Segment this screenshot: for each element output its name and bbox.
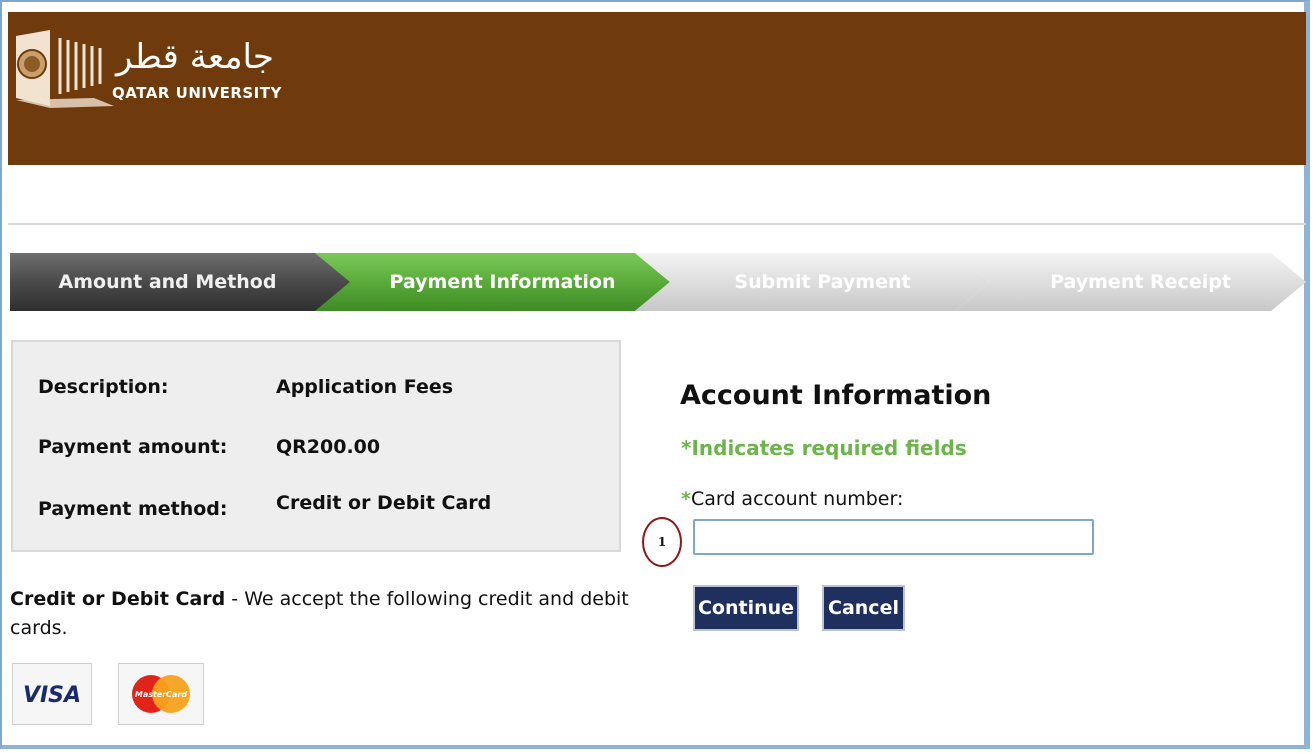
accepted-cards-note: Credit or Debit Card - We accept the fol… (10, 585, 630, 643)
mastercard-text: MasterCard (135, 690, 188, 699)
step-payment-information: Payment Information (315, 253, 670, 311)
mastercard-icon: MasterCard (132, 675, 190, 713)
visa-card: VISA (12, 663, 92, 725)
card-number-label-text: Card account number: (690, 488, 904, 510)
step-label: Amount and Method (58, 271, 277, 293)
account-information-title: Account Information (680, 380, 992, 411)
step-label: Submit Payment (734, 271, 911, 293)
required-star: * (681, 488, 691, 510)
description-label: Description: (38, 376, 169, 398)
progress-steps: Amount and Method Payment Information Su… (10, 253, 1306, 311)
step-amount-and-method: Amount and Method (10, 253, 355, 311)
step-label: Payment Information (389, 271, 616, 293)
required-fields-note: *Indicates required fields (681, 436, 967, 460)
mastercard-card: MasterCard (118, 663, 204, 725)
description-value: Application Fees (276, 376, 454, 398)
amount-label: Payment amount: (38, 436, 228, 458)
step-submit-payment: Submit Payment (635, 253, 990, 311)
header-divider (8, 223, 1306, 225)
method-value: Credit or Debit Card (276, 492, 492, 514)
visa-icon: VISA (19, 674, 85, 714)
amount-value: QR200.00 (276, 436, 381, 458)
step-payment-receipt: Payment Receipt (955, 253, 1306, 311)
summary-row-description: Description: Application Fees (38, 376, 453, 398)
cancel-button[interactable]: Cancel (822, 585, 905, 631)
method-label: Payment method: (38, 498, 228, 520)
step-callout-1: 1 (642, 517, 682, 567)
card-number-input[interactable] (693, 519, 1094, 555)
summary-row-method: Payment method: Credit or Debit Card (38, 492, 491, 520)
card-number-label: *Card account number: (681, 488, 903, 510)
payment-summary-panel: Description: Application Fees Payment am… (11, 340, 621, 552)
continue-button[interactable]: Continue (693, 585, 799, 631)
note-bold: Credit or Debit Card (10, 588, 226, 610)
step-label: Payment Receipt (1050, 271, 1231, 293)
site-header: جامعة قطر QATAR UNIVERSITY (8, 12, 1306, 165)
summary-row-amount: Payment amount: QR200.00 (38, 436, 380, 458)
visa-text: VISA (23, 683, 81, 708)
logo-arabic-text: جامعة قطر (116, 37, 274, 77)
logo-english-text: QATAR UNIVERSITY (112, 84, 282, 102)
